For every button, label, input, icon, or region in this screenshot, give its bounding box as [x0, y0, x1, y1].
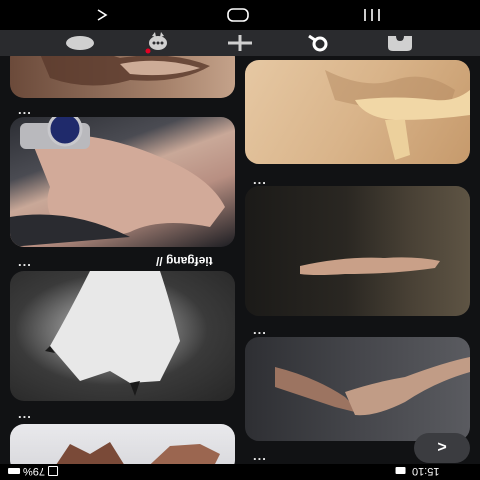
battery-percentage: 79%	[23, 465, 46, 477]
hands-light-illustration	[56, 442, 220, 464]
pin-image-hands-dark[interactable]	[10, 56, 235, 98]
chat-icon	[145, 32, 167, 54]
back-icon	[97, 9, 108, 21]
hands-shadow-illustration	[325, 70, 470, 160]
pin-feed: ... ... tiefgang // ... ... ... ... >	[0, 56, 480, 464]
scroll-next-button[interactable]: >	[414, 433, 470, 463]
notification-icon	[396, 467, 406, 475]
pin-image-hand-watch[interactable]	[10, 117, 235, 247]
home-button[interactable]	[218, 4, 258, 26]
app-navigation-bar	[0, 30, 480, 56]
add-icon	[228, 35, 252, 51]
nav-home-button[interactable]	[60, 30, 100, 56]
pin-image-hands-holding[interactable]	[245, 337, 470, 441]
pin-image-hands-light[interactable]	[10, 424, 235, 464]
hands-illustration	[40, 56, 210, 86]
status-square-icon	[48, 466, 59, 476]
pin-more-button[interactable]: ...	[18, 102, 32, 117]
home-icon	[66, 36, 94, 50]
status-left-group: 79%	[8, 465, 59, 477]
pin-image-hand-bw[interactable]	[10, 271, 235, 401]
pin-image-hands-shadow[interactable]	[245, 60, 470, 164]
back-button[interactable]	[82, 4, 122, 26]
pin-more-button[interactable]: ...	[18, 254, 32, 269]
status-bar: 79% 15:10	[0, 464, 480, 480]
hands-holding-illustration	[275, 357, 470, 416]
hand-watch-illustration	[10, 117, 225, 247]
home-icon	[227, 8, 249, 22]
pin-more-button[interactable]: ...	[253, 172, 267, 187]
clock-time: 15:10	[412, 465, 440, 477]
system-navigation-bar	[0, 0, 480, 30]
nav-search-button[interactable]	[300, 30, 340, 56]
nav-chat-button[interactable]	[138, 30, 178, 56]
status-right-group: 15:10	[396, 465, 440, 477]
recents-icon	[364, 9, 380, 21]
pin-more-button[interactable]: ...	[253, 448, 267, 463]
hand-darkroom-illustration	[300, 257, 440, 275]
recents-button[interactable]	[352, 4, 392, 26]
nav-add-button[interactable]	[220, 30, 260, 56]
nav-profile-button[interactable]	[380, 30, 420, 56]
pin-more-button[interactable]: ...	[253, 322, 267, 337]
battery-icon	[8, 468, 20, 474]
pin-tag: tiefgang //	[156, 254, 213, 268]
search-icon	[308, 34, 328, 52]
profile-icon	[388, 36, 412, 51]
pin-more-button[interactable]: ...	[18, 406, 32, 421]
hand-bw-illustration	[45, 271, 180, 396]
pin-image-hand-darkroom[interactable]	[245, 186, 470, 316]
